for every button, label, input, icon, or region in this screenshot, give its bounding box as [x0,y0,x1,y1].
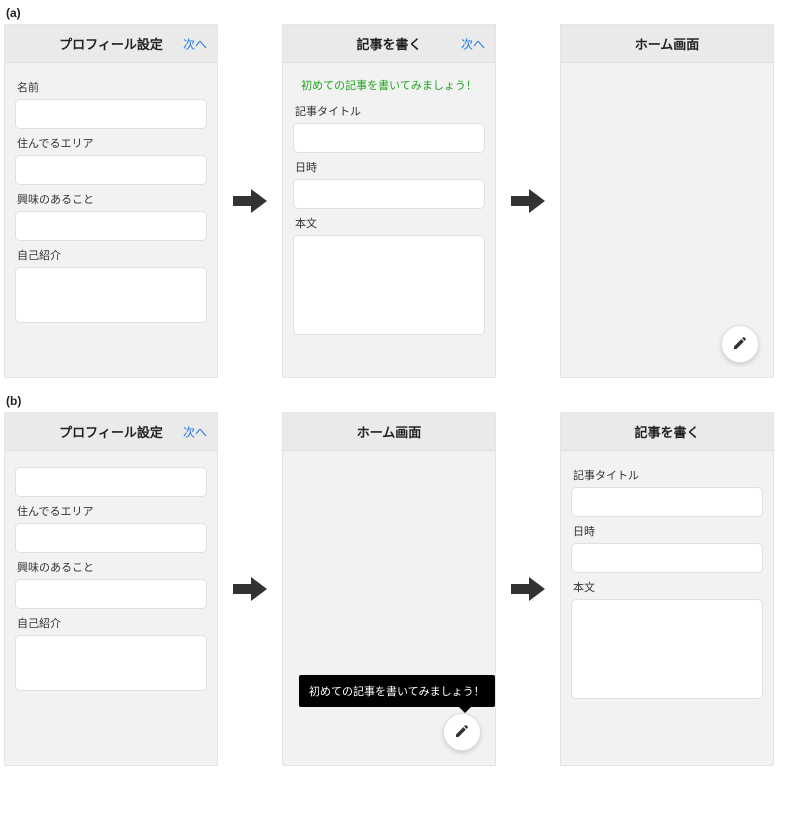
tooltip-first-article: 初めての記事を書いてみましょう！ [299,675,495,707]
title-profile-a: プロフィール設定 [59,34,163,53]
pencil-icon [732,335,748,354]
screen-profile-b: プロフィール設定 次へ 住んでるエリア 興味のあること 自己紹介 [4,412,218,766]
arrow-right-icon [228,187,272,215]
screen-home-a: ホーム画面 [560,24,774,378]
next-button-profile-b[interactable]: 次へ [183,423,207,440]
title-profile-b: プロフィール設定 [59,422,163,441]
label-bio-b: 自己紹介 [17,615,207,631]
arrow-right-icon [228,575,272,603]
arrow-right-icon [506,575,550,603]
label-interests-b: 興味のあること [17,559,207,575]
header-home-a: ホーム画面 [561,25,773,63]
next-button-write-a[interactable]: 次へ [461,35,485,52]
input-interests-a[interactable] [15,211,207,241]
label-datetime-b: 日時 [573,523,763,539]
input-name-b[interactable] [15,467,207,497]
title-home-a: ホーム画面 [635,34,700,53]
body-write-a: 初めての記事を書いてみましょう！ 記事タイトル 日時 本文 [283,63,495,377]
pencil-icon [454,723,470,742]
hint-first-article-a: 初めての記事を書いてみましょう！ [293,77,485,93]
input-area-a[interactable] [15,155,207,185]
label-datetime-a: 日時 [295,159,485,175]
header-profile-a: プロフィール設定 次へ [5,25,217,63]
body-profile-a: 名前 住んでるエリア 興味のあること 自己紹介 [5,63,217,377]
next-button-profile-a[interactable]: 次へ [183,35,207,52]
row-a-label: (a) [6,6,796,20]
header-write-a: 記事を書く 次へ [283,25,495,63]
header-home-b: ホーム画面 [283,413,495,451]
fab-compose-a[interactable] [721,325,759,363]
screen-write-b: 記事を書く 記事タイトル 日時 本文 [560,412,774,766]
textarea-bio-b[interactable] [15,635,207,691]
label-name-a: 名前 [17,79,207,95]
title-write-a: 記事を書く [356,34,421,53]
label-body-b: 本文 [573,579,763,595]
fab-compose-b[interactable] [443,713,481,751]
title-write-b: 記事を書く [634,422,699,441]
header-write-b: 記事を書く [561,413,773,451]
body-home-b: 初めての記事を書いてみましょう！ [283,451,495,765]
textarea-body-b[interactable] [571,599,763,699]
input-name-a[interactable] [15,99,207,129]
body-home-a [561,63,773,377]
label-interests-a: 興味のあること [17,191,207,207]
label-articletitle-a: 記事タイトル [295,103,485,119]
input-articletitle-a[interactable] [293,123,485,153]
input-datetime-a[interactable] [293,179,485,209]
screen-write-a: 記事を書く 次へ 初めての記事を書いてみましょう！ 記事タイトル 日時 本文 [282,24,496,378]
input-articletitle-b[interactable] [571,487,763,517]
label-body-a: 本文 [295,215,485,231]
textarea-body-a[interactable] [293,235,485,335]
body-profile-b: 住んでるエリア 興味のあること 自己紹介 [5,451,217,765]
label-area-a: 住んでるエリア [17,135,207,151]
row-a: プロフィール設定 次へ 名前 住んでるエリア 興味のあること 自己紹介 記事を書… [4,24,796,378]
textarea-bio-a[interactable] [15,267,207,323]
body-write-b: 記事タイトル 日時 本文 [561,451,773,765]
screen-home-b: ホーム画面 初めての記事を書いてみましょう！ [282,412,496,766]
header-profile-b: プロフィール設定 次へ [5,413,217,451]
label-articletitle-b: 記事タイトル [573,467,763,483]
input-area-b[interactable] [15,523,207,553]
input-datetime-b[interactable] [571,543,763,573]
title-home-b: ホーム画面 [357,422,422,441]
label-bio-a: 自己紹介 [17,247,207,263]
row-b: プロフィール設定 次へ 住んでるエリア 興味のあること 自己紹介 ホーム画面 初… [4,412,796,766]
arrow-right-icon [506,187,550,215]
row-b-label: (b) [6,394,796,408]
screen-profile-a: プロフィール設定 次へ 名前 住んでるエリア 興味のあること 自己紹介 [4,24,218,378]
label-area-b: 住んでるエリア [17,503,207,519]
input-interests-b[interactable] [15,579,207,609]
